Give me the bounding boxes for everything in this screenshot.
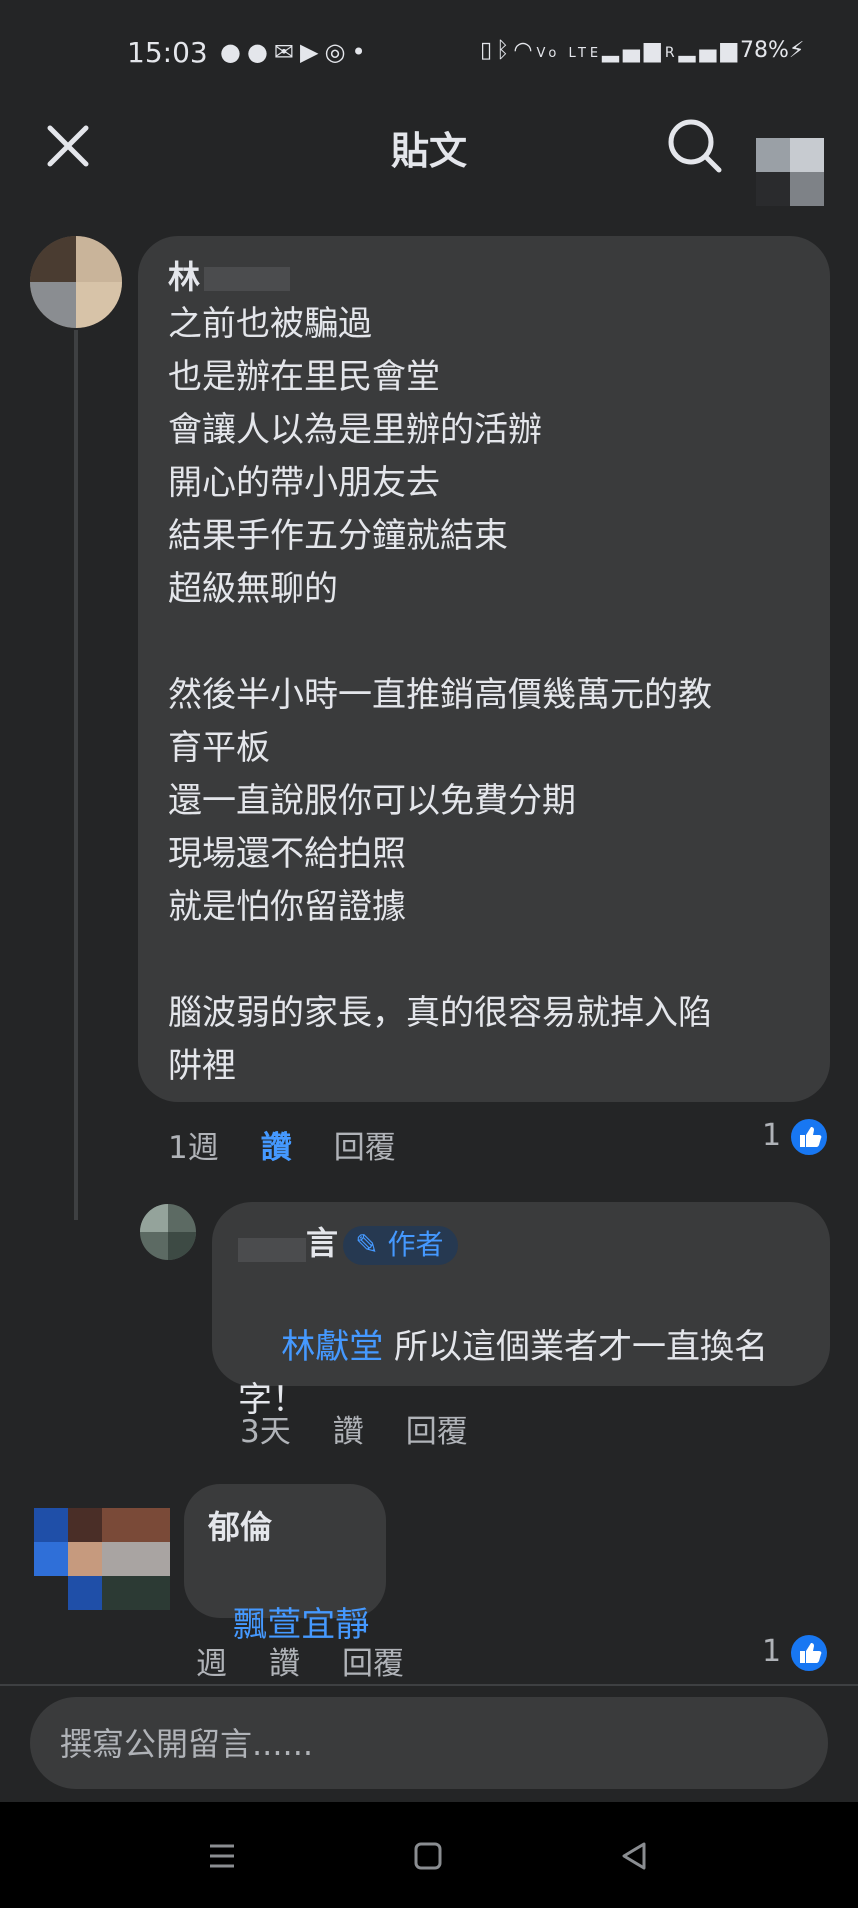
like-count[interactable]: 1 [762,1118,781,1153]
home-button[interactable] [408,1836,448,1876]
charging-icon: ⚡ [788,38,805,63]
reply-button[interactable]: 回覆 [342,1646,404,1682]
comment-author[interactable]: 郁倫 [208,1502,272,1548]
comment-text: 之前也被騙過 也是辦在里民會堂 會讓人以為是里辦的活辦 開心的帶小朋友去 結果手… [168,304,712,1086]
search-icon [668,119,722,173]
youtube-icon: ▶ [300,38,325,66]
avatar[interactable] [34,1484,196,1616]
comment-author[interactable]: 林 [168,252,291,298]
reply-button[interactable]: 回覆 [406,1414,468,1450]
volte-icon: Vo LTE [536,46,603,61]
status-time: 15:03 [127,36,208,69]
signal-icon: ▂▄▆ [602,38,665,63]
comment-actions: 1週 讚 回覆 [168,1122,438,1167]
comment-bubble[interactable]: 林 之前也被騙過 也是辦在里民會堂 會讓人以為是里辦的活辦 開心的帶小朋友去 結… [138,236,830,1102]
system-nav-bar [0,1802,858,1908]
comment-composer[interactable] [30,1697,828,1791]
instagram-icon: ◎ [324,38,352,66]
signal-r-icon: ▂▄▆ [678,38,742,63]
search-button[interactable] [665,116,725,176]
battery: 78%⚡ [740,38,804,63]
reply-bubble[interactable]: 言 ✎ 作者 林獻堂 所以這個業者才一直換名 字！ [212,1202,830,1420]
bluetooth-icon: ᛒ [496,38,514,63]
divider [0,1684,858,1686]
comment-time: 1週 [168,1130,219,1166]
mention-link[interactable]: 林獻堂 [281,1327,383,1367]
mail-icon: ✉ [273,38,301,66]
home-icon [414,1842,442,1870]
pencil-icon: ✎ [355,1228,379,1261]
recent-apps-button[interactable] [202,1836,242,1876]
chat-icon: ● [246,38,274,66]
thumbs-up-icon [788,1116,830,1158]
comment-input[interactable] [58,1697,802,1791]
thread-line [74,330,78,1220]
menu-icon [210,1844,234,1868]
like-button[interactable]: 讚 [261,1130,292,1166]
header-avatar-mosaic[interactable] [756,138,824,206]
like-button[interactable]: 讚 [333,1414,364,1450]
like-button[interactable]: 讚 [269,1646,300,1682]
comment-author[interactable]: 言 [306,1224,338,1262]
system-icons: ▯ᛒ◠Vo LTE▂▄▆R▂▄▆ [480,38,741,63]
roaming-label: R [664,45,679,61]
back-button[interactable] [614,1836,654,1876]
reply-button[interactable]: 回覆 [334,1130,396,1166]
comment-time: 3天 [240,1414,291,1450]
comment-bubble[interactable]: 郁倫 飄萱宜靜 [184,1484,386,1645]
comment-time: 週 [196,1646,227,1682]
page-title: 貼文 [390,129,467,173]
dot-icon: • [351,38,372,66]
comment-actions: 週 讚 回覆 [196,1638,446,1683]
author-mosaic [204,267,291,291]
avatar[interactable] [30,236,122,328]
notification-icons: ●●✉▶◎• [220,38,372,66]
avatar[interactable] [140,1204,196,1260]
battery-level: 78% [740,38,789,63]
author-badge: ✎ 作者 [343,1226,458,1265]
line-icon: ● [220,38,247,66]
wifi-icon: ◠ [513,38,537,63]
author-mosaic [238,1237,306,1262]
reply-header: 言 ✎ 作者 [238,1218,458,1265]
thumbs-up-icon [788,1632,830,1674]
vibrate-icon: ▯ [480,38,497,63]
like-count[interactable]: 1 [762,1634,781,1669]
reply-actions: 3天 讚 回覆 [240,1406,510,1451]
status-bar: 15:03 ●●✉▶◎• ▯ᛒ◠Vo LTE▂▄▆R▂▄▆ 78%⚡ [0,0,858,110]
back-icon [622,1842,646,1870]
